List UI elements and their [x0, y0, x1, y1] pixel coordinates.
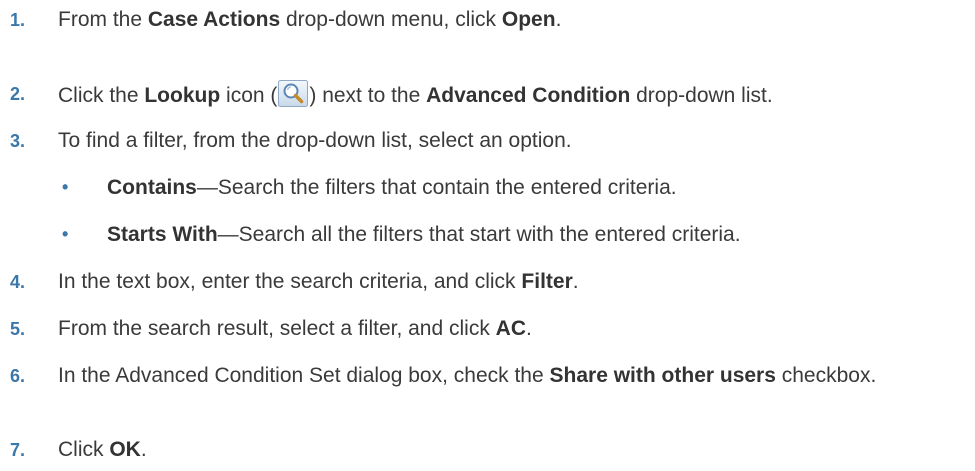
step-text: From the search result, select a filter,… — [58, 315, 973, 342]
step-number: 1. — [10, 10, 26, 30]
text-segment: Click — [58, 438, 110, 461]
ui-term-filter: Filter — [521, 270, 573, 293]
ui-term-case-actions: Case Actions — [147, 8, 281, 31]
bullet-text: Starts With—Search all the filters that … — [107, 221, 741, 248]
step-text: To find a filter, from the drop-down lis… — [58, 129, 572, 152]
step-number: 5. — [10, 319, 26, 339]
text-segment: . — [526, 317, 532, 340]
step-number: 4. — [10, 272, 26, 292]
text-segment: . — [572, 270, 579, 293]
step-number: 2. — [10, 84, 26, 104]
ui-term-ac: AC — [495, 317, 527, 340]
ui-term-open: Open — [501, 8, 556, 31]
text-segment: checkbox. — [775, 364, 877, 387]
step-number: 6. — [10, 366, 26, 386]
ui-term-contains: Contains — [107, 176, 197, 199]
step-text: From the Case Actions drop-down menu, cl… — [58, 6, 973, 33]
step-text: In the text box, enter the search criter… — [58, 268, 973, 295]
step-number: 3. — [10, 131, 26, 151]
bullet-marker: • — [62, 177, 69, 197]
ui-term-share-with-other-users: Share with other users — [549, 364, 776, 387]
step-text: Click the Lookup icon ( ) next to the Ad… — [58, 80, 973, 109]
text-segment: From the search result, select a filter,… — [58, 317, 496, 340]
text-segment: . — [555, 8, 562, 31]
step-text: In the Advanced Condition Set dialog box… — [58, 362, 973, 389]
text-segment: . — [140, 438, 147, 461]
step-text: Click OK. — [58, 436, 973, 463]
text-segment: In the Advanced Condition Set dialog box… — [58, 364, 550, 387]
text-segment: From the — [58, 8, 148, 31]
text-segment: ) next to the — [309, 84, 427, 107]
text-segment: —Search all the filters that start with … — [217, 223, 741, 246]
text-segment: —Search the filters that contain the ent… — [196, 176, 677, 199]
text-segment: Click the — [58, 84, 145, 107]
text-segment: drop-down menu, click — [280, 8, 502, 31]
text-segment: In the text box, enter the search criter… — [58, 270, 522, 293]
ui-term-lookup: Lookup — [144, 84, 221, 107]
ui-term-advanced-condition: Advanced Condition — [426, 84, 631, 107]
step-number: 7. — [10, 440, 26, 460]
bullet-marker: • — [62, 224, 69, 244]
lookup-magnifier-icon — [278, 80, 309, 107]
bullet-text: Contains—Search the filters that contain… — [107, 174, 677, 201]
ui-term-starts-with: Starts With — [107, 223, 218, 246]
ui-term-ok: OK — [109, 438, 141, 461]
text-segment: drop-down list. — [630, 84, 773, 107]
text-segment: icon ( — [220, 84, 278, 107]
